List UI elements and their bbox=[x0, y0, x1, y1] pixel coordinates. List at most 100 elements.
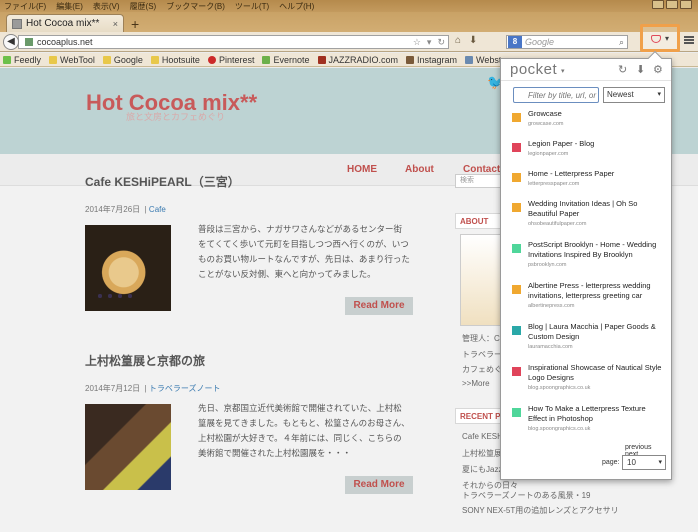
menu-edit[interactable]: 編集(E) bbox=[56, 1, 83, 12]
window-controls bbox=[652, 0, 692, 9]
bookmark-evernote[interactable]: Evernote bbox=[262, 55, 310, 65]
item-domain: ohsobeautifulpaper.com bbox=[528, 221, 587, 227]
instagram-icon bbox=[406, 55, 415, 64]
folder-icon bbox=[49, 55, 58, 64]
read-more-button[interactable]: Read More bbox=[345, 476, 413, 494]
post-thumbnail[interactable] bbox=[85, 404, 171, 490]
menu-history[interactable]: 履歴(S) bbox=[130, 1, 157, 12]
page-select[interactable]: 10 ▾ bbox=[622, 455, 666, 470]
page-value: 10 bbox=[627, 458, 636, 467]
pocket-logo[interactable]: pocket bbox=[510, 61, 557, 78]
hamburger-menu-icon[interactable] bbox=[684, 36, 694, 44]
navigation-bar: cocoaplus.net ☆ ▾ ↻ ◀ ⌂ ⬇ 8 Google ⌕ bbox=[0, 32, 698, 52]
item-domain: legionpaper.com bbox=[528, 151, 569, 157]
item-domain: letterpresspaper.com bbox=[528, 181, 580, 187]
download-icon[interactable]: ⬇ bbox=[469, 35, 477, 46]
menu-file[interactable]: ファイル(F) bbox=[4, 1, 46, 12]
pinterest-icon bbox=[207, 55, 216, 64]
close-window-button[interactable] bbox=[680, 0, 692, 9]
item-title: PostScript Brooklyn - Home - Wedding Inv… bbox=[528, 240, 657, 259]
minimize-button[interactable] bbox=[652, 0, 664, 9]
page-favicon-icon bbox=[12, 18, 22, 29]
back-button[interactable]: ◀ bbox=[3, 34, 19, 50]
search-engine-icon[interactable]: 8 bbox=[508, 36, 522, 48]
post-thumbnail[interactable] bbox=[85, 225, 171, 311]
item-color-icon bbox=[512, 285, 521, 294]
pocket-dropdown-icon[interactable]: ▾ bbox=[665, 34, 669, 43]
item-domain: psbrooklyn.com bbox=[528, 262, 567, 268]
item-title: Inspirational Showcase of Nautical Style… bbox=[528, 363, 662, 382]
menu-help[interactable]: ヘルプ(H) bbox=[279, 1, 314, 12]
bookmark-instagram[interactable]: Instagram bbox=[406, 55, 457, 65]
bookmark-jazzradio[interactable]: JAZZRADIO.com bbox=[317, 55, 398, 65]
menu-bar: ファイル(F) 編集(E) 表示(V) 履歴(S) ブックマーク(B) ツール(… bbox=[0, 0, 698, 12]
list-item[interactable]: Albertine Press - letterpress wedding in… bbox=[501, 281, 671, 322]
bookmark-hootsuite[interactable]: Hootsuite bbox=[150, 55, 200, 65]
close-tab-icon[interactable]: × bbox=[113, 19, 118, 29]
maximize-button[interactable] bbox=[666, 0, 678, 9]
list-item[interactable]: PostScript Brooklyn - Home - Wedding Inv… bbox=[501, 240, 671, 281]
webstagram-icon bbox=[465, 55, 474, 64]
post-title[interactable]: 上村松篁展と京都の旅 bbox=[85, 352, 205, 369]
menu-view[interactable]: 表示(V) bbox=[93, 1, 120, 12]
menu-bookmarks[interactable]: ブックマーク(B) bbox=[166, 1, 225, 12]
gear-icon[interactable]: ⚙ bbox=[653, 63, 663, 76]
new-tab-button[interactable]: + bbox=[131, 16, 139, 32]
previous-link[interactable]: previous bbox=[625, 444, 651, 451]
home-icon[interactable]: ⌂ bbox=[455, 35, 461, 46]
filter-input[interactable] bbox=[513, 87, 599, 103]
search-icon[interactable]: ⌕ bbox=[619, 37, 624, 48]
bookmark-feedly[interactable]: Feedly bbox=[3, 55, 41, 65]
list-item[interactable]: Wedding Invitation Ideas | Oh So Beautif… bbox=[501, 199, 671, 240]
list-item[interactable]: Home - Letterpress Paper letterpresspaper… bbox=[501, 169, 671, 199]
dropdown-arrow-icon[interactable]: ▾ bbox=[427, 37, 432, 48]
item-color-icon bbox=[512, 367, 521, 376]
browser-tab[interactable]: Hot Cocoa mix** × bbox=[6, 14, 124, 32]
item-title: Legion Paper - Blog bbox=[528, 139, 595, 148]
folder-icon bbox=[102, 55, 111, 64]
list-item[interactable]: Legion Paper - Blog legionpaper.com bbox=[501, 139, 671, 169]
item-domain: growcase.com bbox=[528, 121, 564, 127]
evernote-icon bbox=[262, 55, 271, 64]
item-domain: blog.spoongraphics.co.uk bbox=[528, 426, 591, 432]
item-title: Home - Letterpress Paper bbox=[528, 169, 615, 178]
list-item[interactable]: Growcase growcase.com bbox=[501, 109, 671, 139]
search-placeholder: Google bbox=[525, 37, 555, 47]
jazzradio-icon bbox=[317, 55, 326, 64]
nav-home[interactable]: HOME bbox=[347, 164, 377, 175]
list-item[interactable]: Blog | Laura Macchia | Paper Goods & Cus… bbox=[501, 322, 671, 363]
save-icon[interactable]: ⬇ bbox=[636, 63, 645, 76]
menu-tools[interactable]: ツール(T) bbox=[235, 1, 269, 12]
sidebar-recent-link[interactable]: 夏にもJazz bbox=[462, 464, 502, 475]
bookmark-google[interactable]: Google bbox=[102, 55, 143, 65]
sidebar-recent-link[interactable]: SONY NEX-5T用の追加レンズとアクセサリ bbox=[462, 505, 619, 516]
nav-about[interactable]: About bbox=[405, 164, 434, 175]
tab-bar: Hot Cocoa mix** × + bbox=[0, 12, 698, 32]
url-text[interactable]: cocoaplus.net bbox=[37, 37, 410, 47]
post-category[interactable]: トラベラーズノート bbox=[149, 384, 221, 393]
post-category[interactable]: Cafe bbox=[149, 205, 166, 214]
address-bar[interactable]: cocoaplus.net ☆ ▾ ↻ bbox=[18, 35, 449, 49]
item-domain: blog.spoongraphics.co.uk bbox=[528, 385, 591, 391]
site-identity-icon[interactable] bbox=[25, 38, 33, 46]
list-item[interactable]: How To Make a Letterpress Texture Effect… bbox=[501, 404, 671, 445]
reload-icon[interactable]: ↻ bbox=[437, 37, 445, 48]
sidebar-search-input[interactable]: 検索 bbox=[455, 174, 505, 188]
read-more-button[interactable]: Read More bbox=[345, 297, 413, 315]
chevron-down-icon[interactable]: ▾ bbox=[561, 67, 565, 75]
post-date: 2014年7月26日 bbox=[85, 205, 141, 214]
bookmark-pinterest[interactable]: Pinterest bbox=[207, 55, 254, 65]
sidebar-recent-link[interactable]: トラベラーズノートのある風景・19 bbox=[462, 490, 591, 501]
sort-select[interactable]: Newest ▾ bbox=[603, 87, 665, 103]
search-bar[interactable]: 8 Google ⌕ bbox=[506, 35, 628, 49]
sidebar-more-link[interactable]: >>More bbox=[462, 379, 490, 388]
bookmark-star-icon[interactable]: ☆ bbox=[413, 37, 421, 48]
item-title: Albertine Press - letterpress wedding in… bbox=[528, 281, 651, 300]
refresh-icon[interactable]: ↻ bbox=[618, 63, 627, 76]
post-excerpt: 先日、京都国立近代美術館で開催されていた、上村松篁展を見てきました。もともと、松… bbox=[198, 403, 410, 458]
item-color-icon bbox=[512, 408, 521, 417]
post-title[interactable]: Cafe KESHiPEARL（三宮） bbox=[85, 173, 240, 190]
bookmark-webtool[interactable]: WebTool bbox=[49, 55, 95, 65]
list-item[interactable]: Inspirational Showcase of Nautical Style… bbox=[501, 363, 671, 404]
folder-icon bbox=[150, 55, 159, 64]
